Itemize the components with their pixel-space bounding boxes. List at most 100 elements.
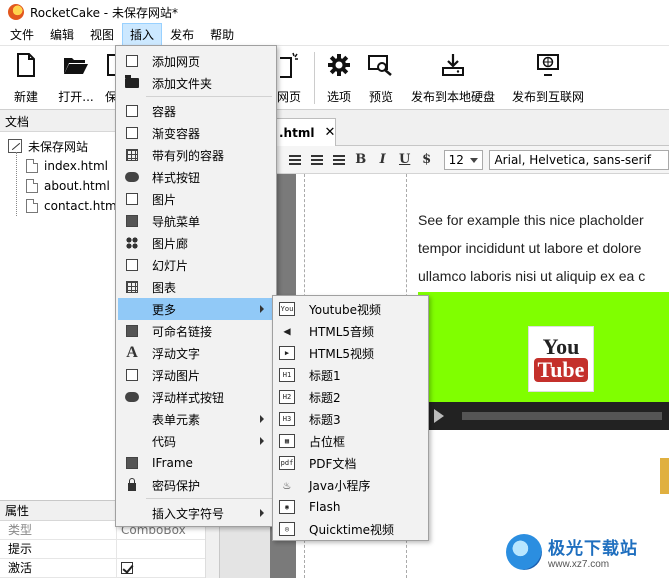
quicktime-icon: ◎: [279, 522, 295, 536]
menu-item-gradient-container[interactable]: 渐变容器: [118, 122, 274, 144]
preview-button[interactable]: 预览: [364, 50, 398, 106]
menu-file[interactable]: 文件: [2, 23, 42, 46]
publish-local-button[interactable]: 发布到本地硬盘: [408, 50, 498, 106]
publish-web-button[interactable]: 发布到互联网: [508, 50, 588, 106]
new-button[interactable]: 新建: [8, 50, 44, 106]
page-icon: [26, 179, 38, 193]
menu-item-iframe[interactable]: IFrame: [118, 452, 274, 474]
submenu-item-quicktime[interactable]: ◎ Quicktime视频: [275, 518, 426, 540]
prop-key: 激活: [0, 559, 117, 577]
menu-item-column-container[interactable]: 带有列的容器: [118, 144, 274, 166]
publish-web-label: 发布到互联网: [511, 90, 584, 104]
menu-help[interactable]: 帮助: [202, 23, 242, 46]
chevron-right-icon: [260, 415, 264, 423]
menu-item-style-button[interactable]: 样式按钮: [118, 166, 274, 188]
italic-button[interactable]: I: [372, 150, 394, 170]
menu-publish[interactable]: 发布: [162, 23, 202, 46]
tab-document[interactable]: .html ✕: [270, 118, 336, 146]
font-family-select[interactable]: Arial, Helvetica, sans-serif: [489, 149, 669, 170]
webpage-label: 网页: [276, 90, 301, 104]
placeholder-paragraph[interactable]: See for example this nice placholder tem…: [418, 206, 669, 290]
menu-edit[interactable]: 编辑: [42, 23, 82, 46]
title-bar: RocketCake - 未保存网站*: [0, 0, 669, 24]
site-edit-icon: [8, 139, 22, 153]
menu-item-more[interactable]: 更多: [118, 298, 274, 320]
menu-item-image[interactable]: 图片: [118, 188, 274, 210]
submenu-item-html5-video[interactable]: ▶ HTML5视频: [275, 342, 426, 364]
more-submenu: You Youtube视频 ◀ HTML5音频 ▶ HTML5视频 H1 标题1…: [272, 295, 429, 541]
dollar-button[interactable]: $: [416, 150, 438, 170]
menu-item-named-link[interactable]: 可命名链接: [118, 320, 274, 342]
prop-key: 提示: [0, 540, 117, 558]
submenu-item-pdf[interactable]: pdf PDF文档: [275, 452, 426, 474]
publish-local-label: 发布到本地硬盘: [410, 90, 495, 104]
submenu-item-java-applet[interactable]: ♨ Java小程序: [275, 474, 426, 496]
prop-key: 类型: [0, 521, 117, 539]
menu-insert[interactable]: 插入: [122, 23, 163, 46]
format-toolbar: B I U $ 12 Arial, Helvetica, sans-serif: [270, 146, 669, 174]
toolbar-separator: [314, 52, 315, 104]
menu-item-code[interactable]: 代码: [118, 430, 274, 452]
toolbar: 新建 打开... 保 网页 选项 预览 发布到本地硬盘 发布到互联网: [0, 46, 669, 110]
youtube-logo-you: You: [542, 334, 580, 359]
paragraph-line: See for example this nice placholder: [418, 212, 644, 228]
submenu-item-html5-audio[interactable]: ◀ HTML5音频: [275, 320, 426, 342]
youtube-logo-tube: Tube: [533, 358, 589, 382]
close-icon[interactable]: ✕: [324, 125, 335, 140]
menu-item-slideshow[interactable]: 幻灯片: [118, 254, 274, 276]
menu-item-add-folder[interactable]: 添加文件夹: [118, 72, 274, 94]
image-icon: [122, 193, 142, 205]
menu-item-nav-menu[interactable]: 导航菜单: [118, 210, 274, 232]
font-family-value: Arial, Helvetica, sans-serif: [494, 152, 652, 167]
submenu-item-heading2[interactable]: H2 标题2: [275, 386, 426, 408]
app-logo-icon: [8, 4, 24, 20]
submenu-item-placeholder[interactable]: ▦ 占位框: [275, 430, 426, 452]
menu-item-float-image[interactable]: 浮动图片: [118, 364, 274, 386]
menu-view[interactable]: 视图: [82, 23, 122, 46]
add-webpage-button[interactable]: 网页: [274, 50, 304, 106]
slideshow-icon: [122, 259, 142, 271]
menu-item-insert-symbol[interactable]: 插入文字符号: [118, 502, 274, 524]
open-button[interactable]: 打开...: [54, 50, 98, 106]
youtube-video-container[interactable]: You Tube: [418, 292, 669, 402]
align-center-button[interactable]: [284, 150, 306, 170]
add-page-icon: [122, 55, 142, 67]
submenu-item-heading3[interactable]: H3 标题3: [275, 408, 426, 430]
menu-item-container[interactable]: 容器: [118, 100, 274, 122]
play-icon[interactable]: [434, 409, 444, 423]
lock-icon: [122, 478, 142, 491]
submenu-item-heading1[interactable]: H1 标题1: [275, 364, 426, 386]
submenu-item-flash[interactable]: ◉ Flash: [275, 496, 426, 518]
properties-scrollbar[interactable]: [205, 522, 219, 578]
bold-button[interactable]: B: [350, 150, 372, 170]
menu-item-float-style-button[interactable]: 浮动样式按钮: [118, 386, 274, 408]
video-control-bar: [418, 402, 669, 430]
menu-item-gallery[interactable]: 图片廊: [118, 232, 274, 254]
active-checkbox[interactable]: [121, 562, 133, 574]
prop-value[interactable]: [117, 540, 219, 558]
submenu-item-youtube[interactable]: You Youtube视频: [275, 298, 426, 320]
video-progress-bar[interactable]: [462, 412, 662, 420]
options-button[interactable]: 选项: [322, 50, 356, 106]
heading2-icon: H2: [279, 390, 295, 404]
preview-label: 预览: [368, 90, 393, 104]
font-size-select[interactable]: 12: [443, 149, 484, 170]
orange-element: [660, 458, 669, 494]
youtube-icon: You: [279, 302, 295, 316]
window-title: RocketCake - 未保存网站*: [30, 5, 178, 20]
chevron-down-icon: [470, 157, 479, 163]
page-icon: [26, 159, 38, 173]
nav-menu-icon: [122, 215, 142, 227]
menu-item-float-text[interactable]: A 浮动文字: [118, 342, 274, 364]
menu-item-table[interactable]: 图表: [118, 276, 274, 298]
watermark-cn: 极光下载站: [548, 539, 638, 559]
new-label: 新建: [13, 90, 38, 104]
flash-icon: ◉: [279, 500, 295, 514]
java-icon: ♨: [283, 478, 291, 492]
align-justify-button[interactable]: [328, 150, 350, 170]
underline-button[interactable]: U: [394, 150, 416, 170]
align-right-button[interactable]: [306, 150, 328, 170]
menu-item-form-elements[interactable]: 表单元素: [118, 408, 274, 430]
menu-item-add-page[interactable]: 添加网页: [118, 50, 274, 72]
menu-item-password[interactable]: 密码保护: [118, 474, 274, 496]
